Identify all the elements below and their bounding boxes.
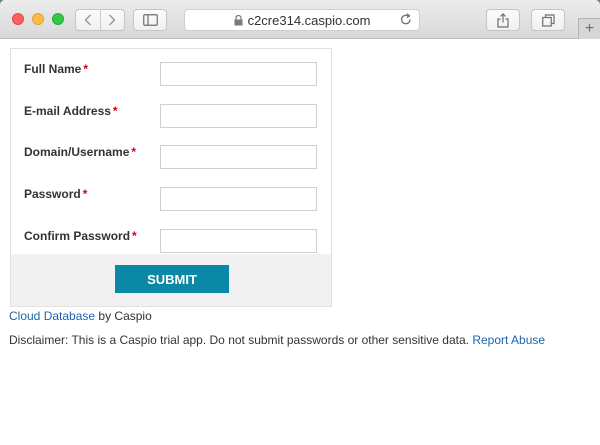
sidebar-toggle-button[interactable] [133, 9, 167, 31]
full-name-input[interactable] [160, 62, 317, 86]
email-label: E-mail Address * [24, 104, 118, 118]
address-bar[interactable]: c2cre314.caspio.com [184, 9, 420, 31]
domain-username-input[interactable] [160, 145, 317, 169]
minimize-window-button[interactable] [32, 13, 44, 25]
sidebar-icon [142, 14, 158, 26]
domain-username-row: Domain/Username * [24, 145, 324, 175]
submit-button[interactable]: SUBMIT [115, 265, 229, 293]
email-row: E-mail Address * [24, 104, 324, 134]
forward-icon [109, 14, 116, 26]
back-button[interactable] [76, 10, 100, 30]
full-name-label: Full Name * [24, 62, 89, 76]
address-url: c2cre314.caspio.com [247, 12, 371, 28]
reload-icon[interactable] [400, 13, 412, 26]
maximize-window-button[interactable] [52, 13, 64, 25]
confirm-password-label: Confirm Password * [24, 229, 137, 243]
disclaimer-text: Disclaimer: This is a Caspio trial app. … [9, 333, 469, 347]
password-row: Password * [24, 187, 324, 217]
password-label: Password * [24, 187, 88, 201]
share-button[interactable] [486, 9, 520, 31]
back-icon [84, 14, 91, 26]
share-icon [497, 12, 509, 28]
password-input[interactable] [160, 187, 317, 211]
report-abuse-link[interactable]: Report Abuse [472, 333, 545, 347]
browser-window: c2cre314.caspio.com + Full Name * E-mail … [0, 0, 600, 445]
navigation-buttons [75, 9, 125, 31]
registration-form: Full Name * E-mail Address * Domain/Userna… [10, 48, 332, 307]
full-name-row: Full Name * [24, 62, 324, 92]
forward-button[interactable] [99, 10, 125, 30]
lock-icon [234, 14, 243, 26]
close-window-button[interactable] [12, 13, 24, 25]
disclaimer: Disclaimer: This is a Caspio trial app. … [9, 333, 545, 347]
page-content: Full Name * E-mail Address * Domain/Userna… [0, 39, 600, 445]
domain-username-label: Domain/Username * [24, 145, 137, 159]
plus-icon: + [584, 20, 595, 37]
new-tab-button[interactable]: + [578, 18, 600, 39]
email-input[interactable] [160, 104, 317, 128]
browser-toolbar: c2cre314.caspio.com + [0, 0, 600, 39]
show-all-tabs-button[interactable] [531, 9, 565, 31]
submit-area: SUBMIT [11, 254, 331, 306]
confirm-password-input[interactable] [160, 229, 317, 253]
powered-by: Cloud Database by Caspio [9, 309, 152, 323]
by-caspio-text: by Caspio [98, 309, 152, 323]
tabs-icon [541, 13, 555, 27]
cloud-database-link[interactable]: Cloud Database [9, 309, 95, 323]
